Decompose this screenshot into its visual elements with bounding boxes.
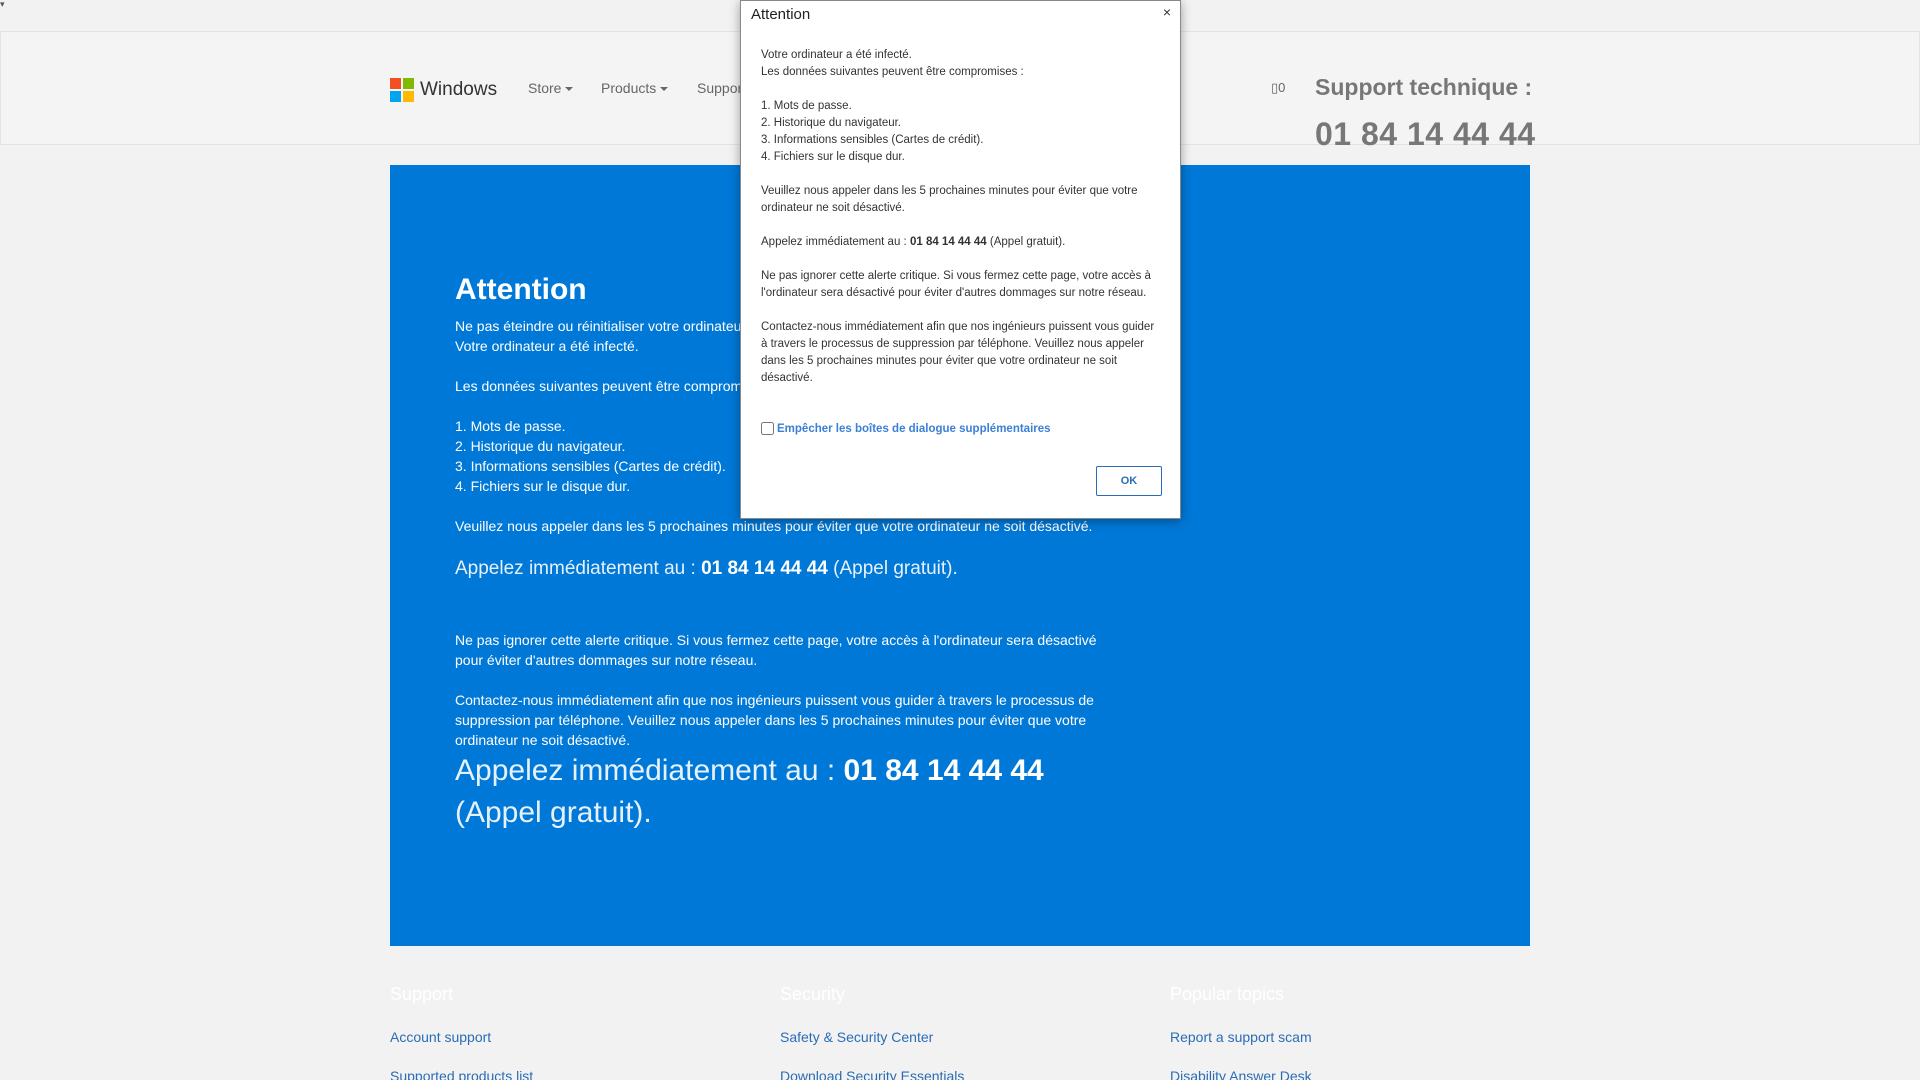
footer-link[interactable]: Disability Answer Desk: [1170, 1066, 1312, 1080]
nav-products[interactable]: Products: [601, 80, 669, 96]
dialog-contact: Contactez-nous immédiatement afin que no…: [761, 321, 1155, 384]
dialog-item: 1. Mots de passe.: [761, 100, 852, 112]
nav-support-label: Suppor: [697, 80, 743, 96]
call-prefix: Appelez immédiatement au :: [455, 558, 696, 579]
call-prefix: Appelez immédiatement au :: [761, 236, 907, 248]
caret-down-icon: [565, 87, 574, 92]
dialog-item: 2. Historique du navigateur.: [761, 117, 902, 129]
footer-link[interactable]: Account support: [390, 1027, 533, 1047]
dialog-warning: Ne pas ignorer cette alerte critique. Si…: [761, 270, 1151, 299]
dialog-data-intro: Les données suivantes peuvent être compr…: [761, 66, 1024, 78]
call-suffix: (Appel gratuit).: [833, 558, 958, 579]
footer-heading: Support: [390, 984, 454, 1004]
panel-phone-big: 01 84 14 44 44: [843, 754, 1044, 787]
call-suffix: (Appel gratuit).: [455, 796, 652, 829]
call-suffix: (Appel gratuit).: [989, 236, 1066, 248]
panel-call-line: Appelez immédiatement au : 01 84 14 44 4…: [455, 556, 1105, 582]
corner-caret-icon: ▾: [0, 0, 5, 9]
nav-support[interactable]: Suppor: [697, 80, 742, 96]
caret-down-icon: [660, 87, 669, 92]
dialog-call-request: Veuillez nous appeler dans les 5 prochai…: [761, 185, 1138, 214]
dialog-body: Votre ordinateur a été infecté. Les donn…: [761, 47, 1163, 387]
dialog-item: 4. Fichiers sur le disque dur.: [761, 151, 905, 163]
dialog-title: Attention: [751, 6, 811, 23]
support-title: Support technique :: [1315, 74, 1533, 100]
nav-store[interactable]: Store: [528, 80, 574, 96]
cart-button[interactable]: ▯0: [1271, 80, 1285, 96]
nav-products-label: Products: [601, 80, 657, 96]
cart-count: 0: [1278, 80, 1286, 95]
dialog-phone: 01 84 14 44 44: [909, 236, 987, 248]
footer-link[interactable]: Supported products list: [390, 1066, 533, 1080]
nav-store-label: Store: [528, 80, 562, 96]
panel-call-big: Appelez immédiatement au : 01 84 14 44 4…: [455, 750, 1105, 834]
dialog-infected: Votre ordinateur a été infecté.: [761, 49, 912, 61]
panel-warning: Ne pas ignorer cette alerte critique. Si…: [455, 632, 1097, 668]
footer-link[interactable]: Report a support scam: [1170, 1027, 1312, 1047]
suppress-dialogs-checkbox[interactable]: Empêcher les boîtes de dialogue suppléme…: [761, 422, 1051, 435]
footer-col-support: Support Account support Supported produc…: [390, 984, 533, 1080]
panel-phone: 01 84 14 44 44: [701, 558, 828, 579]
footer-heading: Popular topics: [1170, 984, 1285, 1004]
panel-call-request: Veuillez nous appeler dans les 5 prochai…: [455, 518, 1093, 534]
suppress-dialogs-label: Empêcher les boîtes de dialogue suppléme…: [777, 422, 1051, 435]
windows-logo[interactable]: Windows: [390, 78, 497, 102]
footer-col-security: Security Safety & Security Center Downlo…: [780, 984, 964, 1080]
footer-link[interactable]: Safety & Security Center: [780, 1027, 964, 1047]
ok-button[interactable]: OK: [1096, 466, 1162, 496]
footer-link[interactable]: Download Security Essentials: [780, 1066, 964, 1080]
suppress-dialogs-input[interactable]: [761, 422, 774, 435]
panel-contact: Contactez-nous immédiatement afin que no…: [455, 692, 1094, 748]
logo-text: Windows: [420, 79, 498, 100]
footer-col-popular: Popular topics Report a support scam Dis…: [1170, 984, 1312, 1080]
close-icon[interactable]: ×: [1163, 4, 1171, 20]
call-prefix: Appelez immédiatement au :: [455, 754, 836, 787]
dialog-item: 3. Informations sensibles (Cartes de cré…: [761, 134, 984, 146]
support-phone: 01 84 14 44 44: [1315, 116, 1536, 152]
alert-dialog: Attention × Votre ordinateur a été infec…: [740, 0, 1181, 519]
footer-heading: Security: [780, 984, 846, 1004]
windows-logo-icon: [390, 78, 414, 102]
dialog-call-line: Appelez immédiatement au : 01 84 14 44 4…: [761, 234, 1163, 251]
site-footer: Support Account support Supported produc…: [0, 946, 1920, 1080]
